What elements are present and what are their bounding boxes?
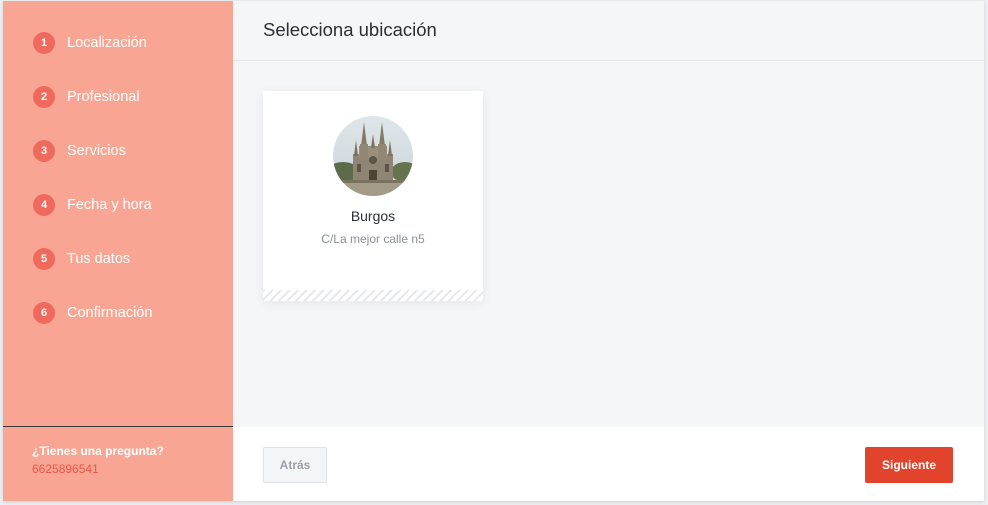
step-number: 6 xyxy=(33,302,55,324)
main-footer: Atrás Siguiente xyxy=(233,427,984,501)
step-profesional[interactable]: 2 Profesional xyxy=(33,85,152,109)
locations-area: Burgos C/La mejor calle n5 xyxy=(233,61,984,427)
main-panel: Selecciona ubicación Burgos C/La mejor c… xyxy=(233,1,984,501)
step-number: 5 xyxy=(33,248,55,270)
location-name: Burgos xyxy=(350,208,396,224)
step-number: 2 xyxy=(33,86,55,108)
step-confirmacion[interactable]: 6 Confirmación xyxy=(33,301,152,325)
steps-list: 1 Localización 2 Profesional 3 Servicios… xyxy=(33,31,152,355)
step-number: 4 xyxy=(33,194,55,216)
question-heading: ¿Tienes una pregunta? xyxy=(32,444,164,458)
card-bottom-pattern xyxy=(263,290,483,301)
step-label: Localización xyxy=(67,35,147,51)
step-fecha-hora[interactable]: 4 Fecha y hora xyxy=(33,193,152,217)
step-label: Servicios xyxy=(67,143,126,159)
sidebar: 1 Localización 2 Profesional 3 Servicios… xyxy=(3,1,233,501)
step-label: Tus datos xyxy=(67,251,131,267)
step-tus-datos[interactable]: 5 Tus datos xyxy=(33,247,152,271)
contact-phone[interactable]: 6625896541 xyxy=(32,462,99,476)
step-servicios[interactable]: 3 Servicios xyxy=(33,139,152,163)
step-label: Confirmación xyxy=(67,305,153,321)
back-button[interactable]: Atrás xyxy=(263,447,327,483)
main-header: Selecciona ubicación xyxy=(233,1,984,61)
step-localizacion[interactable]: 1 Localización xyxy=(33,31,152,55)
step-number: 1 xyxy=(33,32,55,54)
step-number: 3 xyxy=(33,140,55,162)
step-label: Fecha y hora xyxy=(67,197,152,213)
page-title: Selecciona ubicación xyxy=(263,19,437,40)
location-card[interactable]: Burgos C/La mejor calle n5 xyxy=(263,91,483,301)
sidebar-contact: ¿Tienes una pregunta? 6625896541 xyxy=(3,426,233,501)
location-address: C/La mejor calle n5 xyxy=(321,232,425,246)
booking-widget: 1 Localización 2 Profesional 3 Servicios… xyxy=(3,1,984,501)
cathedral-photo-icon xyxy=(333,116,413,196)
location-photo xyxy=(333,116,413,196)
next-button[interactable]: Siguiente xyxy=(865,447,953,483)
step-label: Profesional xyxy=(67,89,140,105)
